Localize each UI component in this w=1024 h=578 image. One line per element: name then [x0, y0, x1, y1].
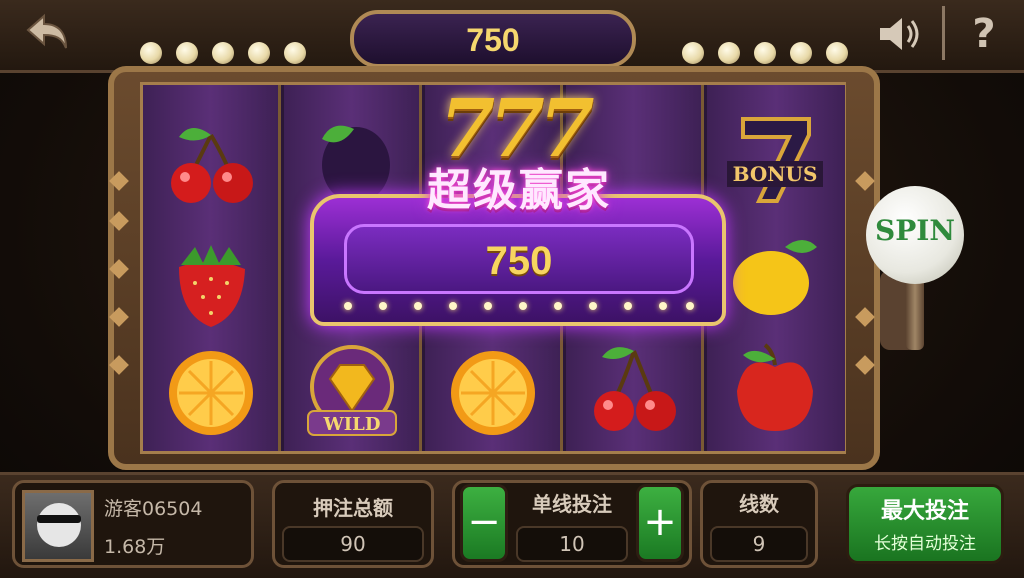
orange-icon: [161, 341, 261, 441]
win-amount: 750: [466, 22, 520, 58]
popup-win-value: 750: [485, 239, 553, 283]
back-arrow-icon[interactable]: [18, 8, 78, 58]
popup-title: 超级赢家: [427, 165, 611, 216]
avatar[interactable]: [22, 490, 94, 562]
max-bet-subtitle: 长按自动投注: [874, 534, 976, 554]
bulb: [176, 42, 198, 64]
reel-1: [143, 85, 281, 451]
lines-label: 线数: [739, 492, 779, 516]
popup-bulb: [624, 302, 632, 310]
lines-value: 9: [710, 526, 808, 562]
help-button[interactable]: ?: [956, 10, 1012, 58]
cherry-icon: [161, 115, 261, 215]
popup-value-box: 750: [344, 224, 694, 294]
orange-icon: [443, 341, 543, 441]
max-bet-title: 最大投注: [880, 499, 969, 524]
popup-bulb: [379, 302, 387, 310]
bulb: [284, 42, 306, 64]
wild-label: WILD: [323, 414, 381, 435]
decrease-bet-button[interactable]: −: [460, 484, 508, 562]
bet-total-label: 押注总额: [313, 496, 393, 520]
popup-bulb: [589, 302, 597, 310]
popup-bulb: [519, 302, 527, 310]
popup-bulb: [414, 302, 422, 310]
player-name: 游客06504: [104, 498, 203, 520]
wild-diamond-icon: WILD: [302, 341, 402, 441]
big-win-popup: 750 777 超级赢家: [308, 88, 728, 328]
bet-total-value: 90: [282, 526, 424, 562]
cherry-icon: [584, 341, 684, 441]
cat-avatar-icon: [37, 503, 81, 547]
apple-icon: [725, 341, 825, 441]
bulb: [790, 42, 812, 64]
back-arrow-icon-svg: [26, 13, 67, 49]
topbar-divider: [942, 6, 945, 60]
bonus-seven-icon: BONUS: [725, 109, 825, 209]
bulb: [826, 42, 848, 64]
bulb: [718, 42, 740, 64]
popup-bulb: [554, 302, 562, 310]
win-amount-display: 750: [350, 10, 636, 68]
increase-bet-button[interactable]: +: [636, 484, 684, 562]
bulb: [248, 42, 270, 64]
line-bet-value: 10: [516, 526, 628, 562]
bulb: [212, 42, 234, 64]
popup-bulb: [484, 302, 492, 310]
bonus-label: BONUS: [733, 162, 818, 186]
bulb: [682, 42, 704, 64]
bulb: [140, 42, 162, 64]
popup-bulb: [344, 302, 352, 310]
popup-bulb: [686, 302, 694, 310]
spin-label: SPIN: [875, 214, 955, 247]
popup-bulb: [659, 302, 667, 310]
line-bet-label: 单线投注: [532, 492, 612, 516]
popup-bulbs: [344, 302, 694, 316]
max-bet-button[interactable]: 最大投注 长按自动投注: [846, 484, 1004, 564]
glasses-icon: [37, 515, 81, 523]
lemon-icon: [725, 225, 825, 325]
speaker-icon: [880, 18, 919, 50]
player-balance: 1.68万: [104, 536, 166, 558]
bulb: [754, 42, 776, 64]
popup-bulb: [449, 302, 457, 310]
strawberry-icon: [161, 235, 261, 335]
sound-icon[interactable]: [872, 12, 928, 56]
